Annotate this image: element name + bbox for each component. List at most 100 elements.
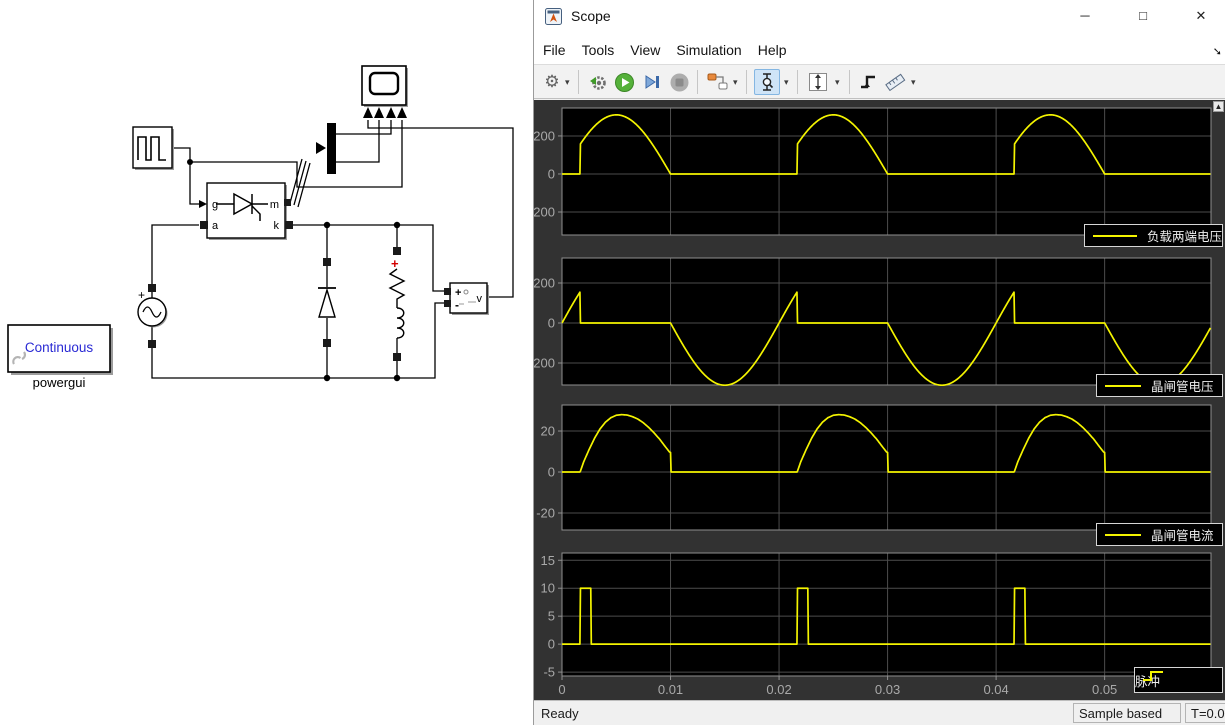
thyristor-block[interactable]: g m a k [199,182,293,240]
plot-background[interactable] [562,258,1211,385]
pulse-generator-block[interactable] [132,126,174,170]
maximize-button[interactable]: □ [1120,0,1166,32]
legend-line-sample [1105,384,1141,387]
port-k [285,221,293,229]
legend-line-sample [1093,234,1137,237]
close-button[interactable]: ✕ [1178,0,1224,32]
vm-v-label: v [477,293,483,305]
y-tick-label: 0 [548,637,555,652]
separator [849,70,850,94]
scale-axes-icon [809,73,827,91]
gear-icon: ⚙ [544,72,560,91]
menu-tools[interactable]: Tools [582,42,615,58]
legend-pulse[interactable]: 脉冲 [1134,667,1223,693]
port-label-m: m [270,199,279,211]
powergui-display: Continuous [25,340,94,355]
voltage-measurement-block[interactable]: + - v [444,282,489,315]
demux-input-arrow [316,142,326,154]
vm-minus-label: - [455,298,459,312]
play-icon [614,72,634,92]
ac-top-port [148,284,156,292]
diode-triangle [318,287,336,318]
scope-panel-1: 200 0 -200 [534,107,1212,236]
scope-panel-3: 20 0 -20 [536,404,1212,531]
status-ready: Ready [541,706,579,721]
y-tick-label: -5 [543,665,555,680]
x-tick-label: 0.02 [766,682,791,697]
step-forward-icon [645,75,659,89]
x-tick-label: 0 [558,682,565,697]
rl-plus-sign: + [391,256,399,271]
vm-minus-port [444,300,451,307]
run-button[interactable] [613,69,635,95]
configure-signals-icon [707,73,728,90]
signals-dropdown-icon[interactable]: ▾ [733,77,738,88]
gear-run-icon [590,76,606,90]
title-bar[interactable]: Scope ─ □ ✕ [534,0,1225,33]
scale-axes-button[interactable] [806,69,830,95]
trigger-icon [861,75,875,89]
menu-view[interactable]: View [630,42,660,58]
configure-signals-button[interactable] [706,69,730,95]
separator [578,70,579,94]
ac-voltage-source-block[interactable]: + [137,284,168,348]
minimize-button[interactable]: ─ [1062,0,1108,32]
desktop: g m a k + + + - v Continuous powergui Sc… [0,0,1225,725]
legend-thyristor-voltage[interactable]: 晶闸管电压 [1096,374,1223,397]
zoom-dropdown-icon[interactable]: ▾ [784,77,789,88]
axes-expand-button[interactable]: ▲ [1213,101,1224,112]
scope-app-icon [545,8,562,25]
measurements-dropdown-icon[interactable]: ▾ [911,77,916,88]
y-tick-label: 200 [534,128,555,143]
gear-run-button[interactable] [587,69,609,95]
x-tick-label: 0.03 [875,682,900,697]
menu-help[interactable]: Help [758,42,787,58]
y-tick-label: -200 [534,204,555,219]
gate-input-arrow [199,200,207,208]
menu-file[interactable]: File [543,42,566,58]
zoom-y-icon [762,73,774,91]
resistor-icon [388,268,406,308]
demux-block[interactable] [316,123,336,174]
step-forward-button[interactable] [641,69,663,95]
scope-window: Scope ─ □ ✕ File Tools View Simulation Help ➘… [533,0,1225,725]
toolbar: ⚙ ▾ ▾ ▾ ▾ ▾ [534,64,1225,99]
zoom-y-button[interactable] [754,69,780,95]
y-tick-label: 0 [548,166,555,181]
y-tick-label: 10 [541,581,555,596]
plot-background[interactable] [562,553,1211,676]
legend-load-voltage[interactable]: 负载两端电压 [1084,224,1223,247]
x-tick-label: 0.04 [983,682,1008,697]
x-tick-label: 0.01 [658,682,683,697]
menu-bar: File Tools View Simulation Help ➘ [534,33,1225,64]
powergui-label: powergui [33,375,86,390]
legend-thyristor-current[interactable]: 晶闸管电流 [1096,523,1223,546]
scale-axes-dropdown-icon[interactable]: ▾ [835,77,840,88]
menu-simulation[interactable]: Simulation [676,42,741,58]
legend-line-sample [1105,533,1141,536]
port-label-k: k [274,220,280,232]
plot-background[interactable] [562,405,1211,530]
y-tick-label: 200 [534,276,555,291]
vm-plus-port [444,288,451,295]
status-bar: Ready Sample based T=0.060 [534,700,1225,725]
x-tick-label: 0.05 [1092,682,1117,697]
scope-plot-area: 2000-2002000-200200-20151050-500.010.020… [534,100,1225,700]
ac-plus-sign: + [138,288,145,302]
separator [746,70,747,94]
status-sim-time: T=0.060 [1185,703,1225,723]
y-tick-label: 15 [541,553,555,568]
scope-block[interactable] [361,65,408,118]
settings-dropdown-icon[interactable]: ▾ [565,77,570,88]
stop-button[interactable] [668,69,690,95]
settings-button[interactable]: ⚙ [542,69,562,95]
status-sample-mode: Sample based [1073,703,1181,723]
measurements-button[interactable] [883,69,907,95]
port-m [284,199,291,206]
ac-bottom-port [148,340,156,348]
simulink-model-canvas[interactable]: g m a k + + + - v Continuous powergui [0,0,533,725]
trigger-button[interactable] [857,69,879,95]
toolbar-overflow-icon[interactable]: ➘ [1213,45,1222,58]
y-tick-label: 0 [548,465,555,480]
powergui-block[interactable]: Continuous powergui [7,324,113,390]
